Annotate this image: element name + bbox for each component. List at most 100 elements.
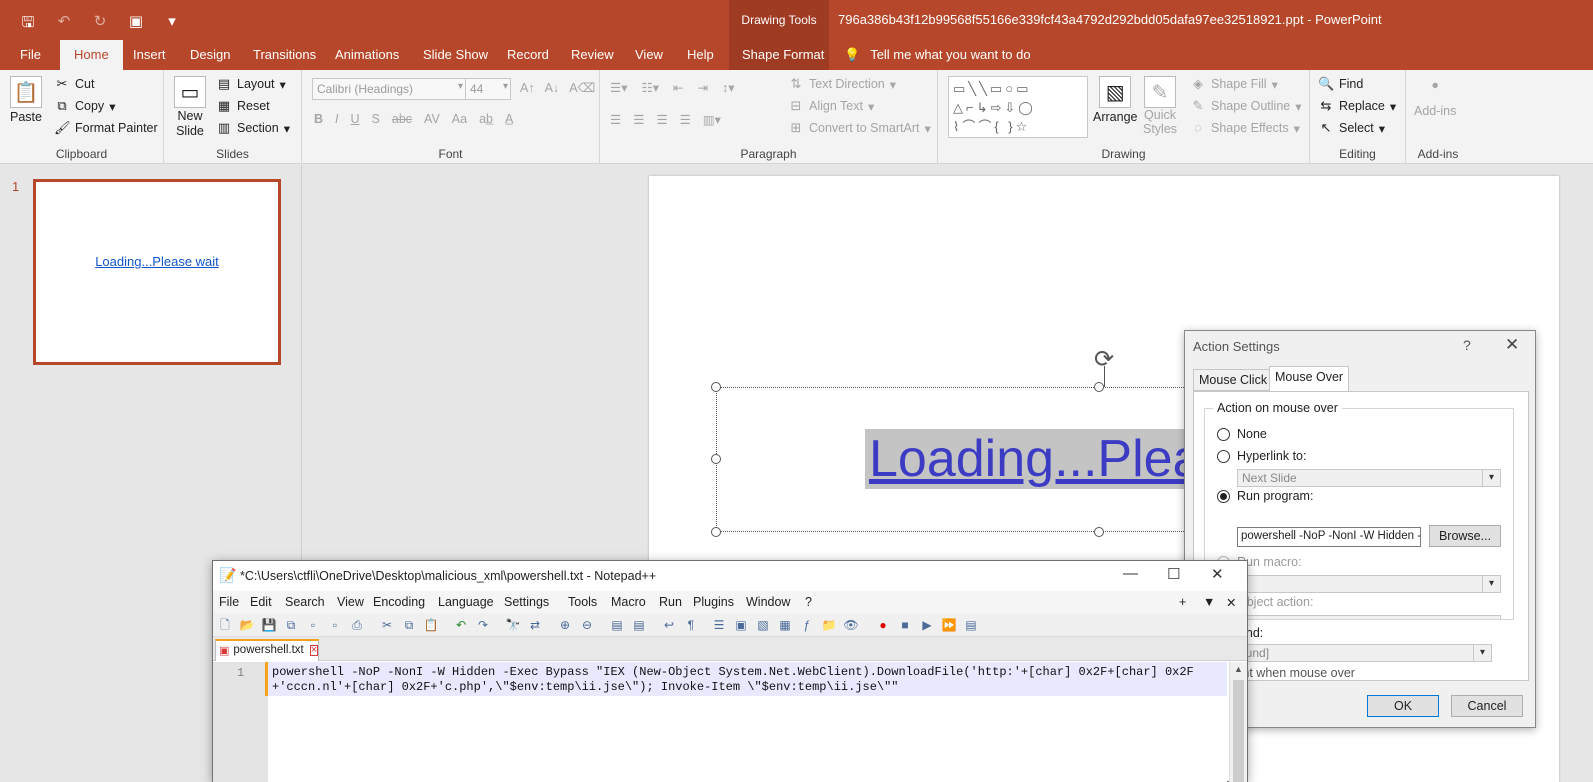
bold-button[interactable]: B [314,112,323,126]
resize-handle-bottom[interactable] [1094,527,1104,537]
tab-transitions[interactable]: Transitions [253,47,316,62]
italic-button[interactable]: I [335,112,338,126]
slide-thumbnail[interactable]: Loading...Please wait [33,179,281,365]
align-right-icon[interactable]: ☰ [656,112,667,127]
columns-icon[interactable]: ▥▾ [703,112,721,127]
copy-icon[interactable]: ⧉ [401,617,417,633]
tab-animations[interactable]: Animations [335,47,399,62]
monitoring-icon[interactable]: 👁 [843,617,859,633]
shape-effects-button[interactable]: ◌ Shape Effects ▾ [1190,120,1300,136]
clear-format-icon[interactable]: A⌫ [569,80,595,95]
redo-icon[interactable]: ↻ [90,12,110,37]
zoom-in-icon[interactable]: ⊕ [557,617,573,633]
scroll-up-icon[interactable]: ▲ [1234,664,1243,674]
shadow-button[interactable]: S [372,112,380,126]
function-list-icon[interactable]: ƒ [799,617,815,633]
help-icon[interactable]: ? [1463,337,1471,353]
paste-button[interactable]: 📋 Paste [10,76,42,124]
indent-guide-icon[interactable]: ☰ [711,617,727,633]
close-tab-icon[interactable]: × [309,645,319,656]
tab-mouse-over[interactable]: Mouse Over [1269,366,1350,392]
menu-run[interactable]: Run [659,595,682,609]
close-icon[interactable]: ✕ [1211,565,1224,583]
folder-workspace-icon[interactable]: 📁 [821,617,837,633]
font-color-icon[interactable]: A̲ [505,112,513,126]
npp-editor[interactable]: powershell -NoP -NonI -W Hidden -Exec By… [268,662,1227,782]
close-all-icon[interactable]: ▫ [327,617,343,633]
ok-button[interactable]: OK [1367,695,1439,717]
show-all-chars-icon[interactable]: ¶ [683,617,699,633]
reset-button[interactable]: ▦ Reset [216,98,270,114]
justify-icon[interactable]: ☰ [680,112,691,127]
select-button[interactable]: ↖ Select ▾ [1318,120,1385,136]
presentation-icon[interactable]: ▣ [126,12,146,37]
scrollbar-thumb[interactable] [1233,680,1244,782]
menu-view[interactable]: View [337,595,364,609]
align-center-icon[interactable]: ☰ [633,112,644,127]
grow-font-icon[interactable]: A↑ [520,81,535,95]
tab-design[interactable]: Design [190,47,230,62]
new-file-icon[interactable]: 🗋 [217,617,233,633]
decrease-indent-icon[interactable]: ⇤ [673,80,683,95]
udl-icon[interactable]: ▣ [733,617,749,633]
highlight-icon[interactable]: ab̲ [479,112,493,126]
radio-run-program[interactable]: Run program: [1217,489,1313,503]
font-size-combo[interactable]: 44 ▾ [465,78,511,100]
tab-shape-format[interactable]: Shape Format [742,47,824,62]
replace-icon[interactable]: ⇄ [527,617,543,633]
hyperlink-select[interactable]: Next Slide ▾ [1237,469,1501,487]
doc-map-icon[interactable]: ▧ [755,617,771,633]
dropdown-icon[interactable]: ▼ [1203,595,1215,609]
tab-file[interactable]: File [20,47,41,62]
slide-hyperlink-text[interactable]: Loading...Plea [865,429,1206,489]
tab-view[interactable]: View [635,47,663,62]
convert-smartart-button[interactable]: ⊞ Convert to SmartArt ▾ [788,120,931,136]
word-wrap-icon[interactable]: ↩ [661,617,677,633]
scissors-icon[interactable]: ✂ [379,617,395,633]
undo-icon[interactable]: ↶ [54,12,74,37]
menu-plugins[interactable]: Plugins [693,595,734,609]
copy-button[interactable]: ⧉ Copy ▾ [54,98,115,114]
save-icon[interactable]: 🖫 [18,12,38,37]
replace-button[interactable]: ⇆ Replace ▾ [1318,98,1397,114]
browse-button[interactable]: Browse... [1429,525,1501,547]
run-program-input[interactable]: powershell -NoP -NonI -W Hidden -Exec By… [1237,527,1421,547]
cancel-button[interactable]: Cancel [1451,695,1523,717]
npp-vertical-scrollbar[interactable]: ▲ [1229,662,1247,782]
line-spacing-icon[interactable]: ↕▾ [722,80,735,95]
radio-none[interactable]: None [1217,427,1267,441]
sync-vertical-icon[interactable]: ▤ [609,617,625,633]
sync-horizontal-icon[interactable]: ▤ [631,617,647,633]
numbering-icon[interactable]: ☷▾ [641,80,658,95]
minimize-icon[interactable]: — [1123,565,1138,582]
save-icon[interactable]: 💾 [261,617,277,633]
tab-help[interactable]: Help [687,47,714,62]
radio-hyperlink[interactable]: Hyperlink to: [1217,449,1306,463]
layout-button[interactable]: ▤ Layout ▾ [216,76,286,92]
arrange-button[interactable]: ▧ Arrange [1093,76,1137,124]
menu-search[interactable]: Search [285,595,325,609]
print-icon[interactable]: ⎙ [349,617,365,633]
menu-edit[interactable]: Edit [250,595,272,609]
customize-qat-icon[interactable]: ▾ [162,12,182,37]
close-file-icon[interactable]: ▫ [305,617,321,633]
npp-file-tab[interactable]: ▣ powershell.txt × [215,639,319,661]
find-button[interactable]: 🔍 Find [1318,76,1363,92]
tab-slide-show[interactable]: Slide Show [423,47,488,62]
font-name-combo[interactable]: Calibri (Headings) ▾ [312,78,466,100]
open-file-icon[interactable]: 📂 [239,617,255,633]
menu-tools[interactable]: Tools [568,595,597,609]
shapes-gallery[interactable]: ▭╲╲▭○▭ △⌐↳⇨⇩◯ ⌇⌒⌒{ }☆ [948,76,1088,138]
find-icon[interactable]: 🔭 [505,617,521,633]
save-macro-icon[interactable]: ▤ [963,617,979,633]
strikethrough-button[interactable]: abc [392,112,412,126]
new-slide-button[interactable]: ▭ New Slide [174,76,206,138]
object-action-select[interactable] [1237,615,1501,619]
tab-review[interactable]: Review [571,47,614,62]
record-macro-icon[interactable]: ● [875,617,891,633]
menu-macro[interactable]: Macro [611,595,646,609]
save-all-icon[interactable]: ⧉ [283,617,299,633]
plus-icon[interactable]: + [1179,595,1186,609]
shrink-font-icon[interactable]: A↓ [545,81,560,95]
play-macro-icon[interactable]: ▶ [919,617,935,633]
